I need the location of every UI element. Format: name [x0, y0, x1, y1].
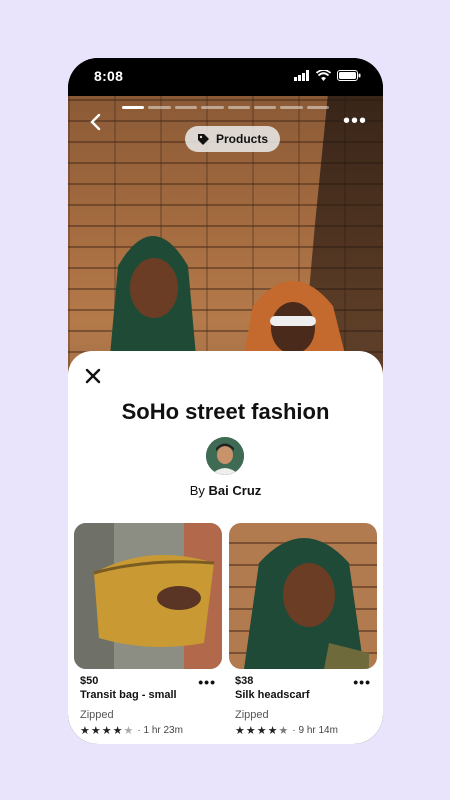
- product-name: Silk headscarf: [235, 689, 310, 701]
- status-time: 8:08: [94, 68, 124, 84]
- close-icon[interactable]: [82, 365, 104, 387]
- product-card[interactable]: $50 Transit bag - small ••• Zipped ★ ★ ★ ★ ★…: [74, 523, 222, 737]
- product-brand: Zipped: [80, 709, 114, 721]
- tag-icon: [198, 133, 209, 145]
- product-image-bag[interactable]: [74, 523, 222, 669]
- story-progress: [122, 106, 329, 109]
- product-card[interactable]: $38 Silk headscarf ••• Zipped ★ ★ ★ ★ ★ · 9 …: [229, 523, 377, 737]
- battery-icon: [337, 70, 361, 81]
- more-options-icon[interactable]: •••: [343, 111, 367, 131]
- by-prefix: By: [189, 483, 205, 498]
- board-title: SoHo street fashion: [121, 399, 330, 424]
- rating-stars: ★ ★ ★ ★ ★: [235, 725, 289, 737]
- product-image-headscarf[interactable]: [229, 523, 377, 669]
- product-meta: ★ ★ ★ ★ ★ · 9 hr 14m: [235, 724, 377, 737]
- author-name[interactable]: Bai Cruz: [209, 483, 262, 498]
- product-duration: · 9 hr 14m: [292, 725, 338, 736]
- product-brand: Zipped: [235, 709, 269, 721]
- phone-frame: 8:08 ••• Products SoHo street fashion By…: [68, 58, 383, 744]
- more-options-icon[interactable]: •••: [353, 674, 371, 690]
- more-options-icon[interactable]: •••: [198, 674, 216, 690]
- product-duration: · 1 hr 23m: [137, 725, 183, 736]
- wifi-icon: [316, 70, 331, 81]
- signal-icon: [294, 70, 309, 81]
- products-label: Products: [216, 132, 269, 146]
- status-bar: 8:08: [68, 58, 383, 96]
- product-meta: ★ ★ ★ ★ ★ · 1 hr 23m: [80, 724, 222, 737]
- chevron-left-icon[interactable]: [86, 112, 106, 132]
- byline: By Bai Cruz: [68, 483, 383, 498]
- product-sheet: SoHo street fashion By Bai Cruz $50 Tran…: [68, 351, 383, 744]
- products-button[interactable]: Products: [185, 126, 281, 152]
- rating-stars: ★ ★ ★ ★ ★: [80, 725, 134, 737]
- avatar[interactable]: [206, 437, 244, 475]
- status-icons: [294, 70, 361, 81]
- product-name: Transit bag - small: [80, 689, 177, 701]
